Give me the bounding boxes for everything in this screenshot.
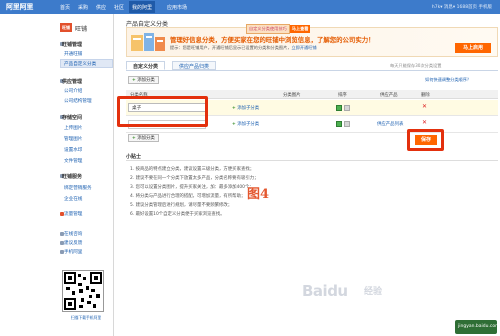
sort-help-link[interactable]: 如何快速调整分类顺序？ [425,77,471,83]
sort-down-icon[interactable] [344,121,350,127]
nav-app-market[interactable]: 应用市场 [167,4,187,11]
sidebar-item-watermark[interactable]: 设置水印 [64,147,82,153]
tab-supply-products[interactable]: 供应产品归类 [172,61,217,70]
tip-line: 3. 您可以设置分类图片，提升买家关注，加：最多添加400个； [130,185,254,190]
sidebar-item-company-intro[interactable]: 公司介绍 [64,88,82,94]
tip-line: 5. 建议分类管理后进行规划，请尽量不要频繁修改； [130,203,233,208]
shop-icon: 旺铺 [60,23,72,32]
col-category-image: 分类图片 [283,93,301,98]
qr-code [62,270,104,312]
add-category-button-top[interactable]: + 添加分类 [128,76,159,84]
tip-line: 6. 最好设置10个自定义分类便于买家浏览查找。 [130,212,225,217]
banner-illustration-icon [131,33,165,51]
sidebar-section-storage[interactable]: 存储空间 [62,114,82,121]
sidebar-item-open-shop[interactable]: 开通旺铺 [64,51,82,57]
tip-line: 1. 按商品的特点建立分类，建议设置三级分类，方便买家查找； [130,167,255,172]
jingyan-watermark: 经验 [364,287,383,297]
sidebar-item-file-manage[interactable]: 文件管理 [64,158,82,164]
delete-icon[interactable]: ✕ [422,119,427,126]
add-subcategory-label: 添加子分类 [237,106,260,111]
baidu-watermark: Baidu [302,282,348,300]
figure-label: 图4 [247,187,270,202]
nav-home[interactable]: 首页 [60,4,70,11]
sidebar-item-company-structure[interactable]: 公司结构管理 [64,98,92,104]
sidebar-item-upload-images[interactable]: 上传图片 [64,125,82,131]
tip-line: 2. 建议不要在同一个分类下放置太多产品，分类名称要有吸引力； [130,176,259,181]
col-products: 供应产品 [380,93,398,98]
shop-name: 旺铺 [75,26,88,33]
nav-supply[interactable]: 供应 [96,4,106,11]
sidebar-item-online[interactable]: 企业在线 [64,196,82,202]
banner-sub-text: 提示：您是旺铺用户，开通旺铺后显示已设置的分类和分类图片， [170,45,292,50]
tip-line: 4. 将分类与产品进行合理的搭配，可增加流量，有所帮助； [130,194,246,199]
sidebar-item-marketing[interactable]: 绑定营销服务 [64,185,92,191]
tips-title: 小贴士 [126,154,142,160]
add-subcategory-link-2[interactable]: + 添加子分类 [232,121,259,127]
banner-subtext: 提示：您是旺铺用户，开通旺铺后显示已设置的分类和分类图片，立即开通旺铺 [170,45,317,51]
tips-divider [126,160,498,161]
add-category-label-bottom: 添加分类 [137,136,155,141]
add-category-label: 添加分类 [137,78,155,83]
jingyan-badge: jingyan.baidu.com [455,320,500,334]
banner-tips-label: 自定义分类使用技巧 [246,24,290,34]
top-navigation-bar [0,0,500,14]
sidebar-link-mobile[interactable]: 手机阿里 [64,249,82,255]
product-list-link[interactable]: 供应产品列表 [377,121,403,127]
sort-up-icon[interactable] [336,105,342,111]
qr-caption[interactable]: 扫描下载手机阿里 [60,315,112,321]
add-subcategory-label-2: 添加子分类 [237,122,260,127]
banner-open-shop-link[interactable]: 立即开通旺铺 [291,45,316,50]
nav-purchase[interactable]: 采购 [78,4,88,11]
tab-divider [126,70,498,71]
sidebar-section-supply[interactable]: 供应管理 [62,78,82,85]
highlight-box-category-input [117,96,208,127]
banner-pill: 自定义分类使用技巧 马上查看 [246,24,311,34]
sort-up-icon[interactable] [336,121,342,127]
sidebar-link-feedback[interactable]: 建议反馈 [64,240,82,246]
highlight-box-save [407,129,444,151]
banner-view-now-button[interactable]: 马上查看 [289,25,311,33]
col-delete: 删除 [421,93,430,98]
sidebar-section-service[interactable]: 旺铺服务 [62,173,82,180]
nav-community[interactable]: 社区 [114,4,124,11]
sidebar-section-shop[interactable]: 旺铺管理 [62,41,82,48]
delete-icon[interactable]: ✕ [422,103,427,110]
sort-down-icon[interactable] [344,105,350,111]
sidebar-link-traffic[interactable]: 流量管理 [64,211,82,217]
add-category-button-bottom[interactable]: + 添加分类 [128,134,159,142]
tab-hint: 每天只能保存30次分类设置 [390,63,442,68]
tab-custom-category[interactable]: 自定义分类 [126,61,166,70]
alibaba-logo[interactable]: 阿里阿里 [6,2,33,12]
banner-headline: 管理好信息分类，方便买家在您的旺铺中浏览信息，了解您的公司实力！ [170,36,375,44]
nav-my-alibaba[interactable]: 我的阿里 [129,1,156,13]
top-right-links[interactable]: h7k▾ 消息▾ 1688首页 手机版 [432,4,492,10]
sidebar-link-consult[interactable]: 在线咨询 [64,231,82,237]
enable-now-button[interactable]: 马上启用 [455,43,491,53]
sidebar-item-custom-category[interactable]: 产品自定义分类 [60,59,113,68]
add-subcategory-link[interactable]: + 添加子分类 [232,105,259,111]
sidebar-item-manage-images[interactable]: 管理图片 [64,136,82,142]
col-sort: 排序 [338,93,347,98]
